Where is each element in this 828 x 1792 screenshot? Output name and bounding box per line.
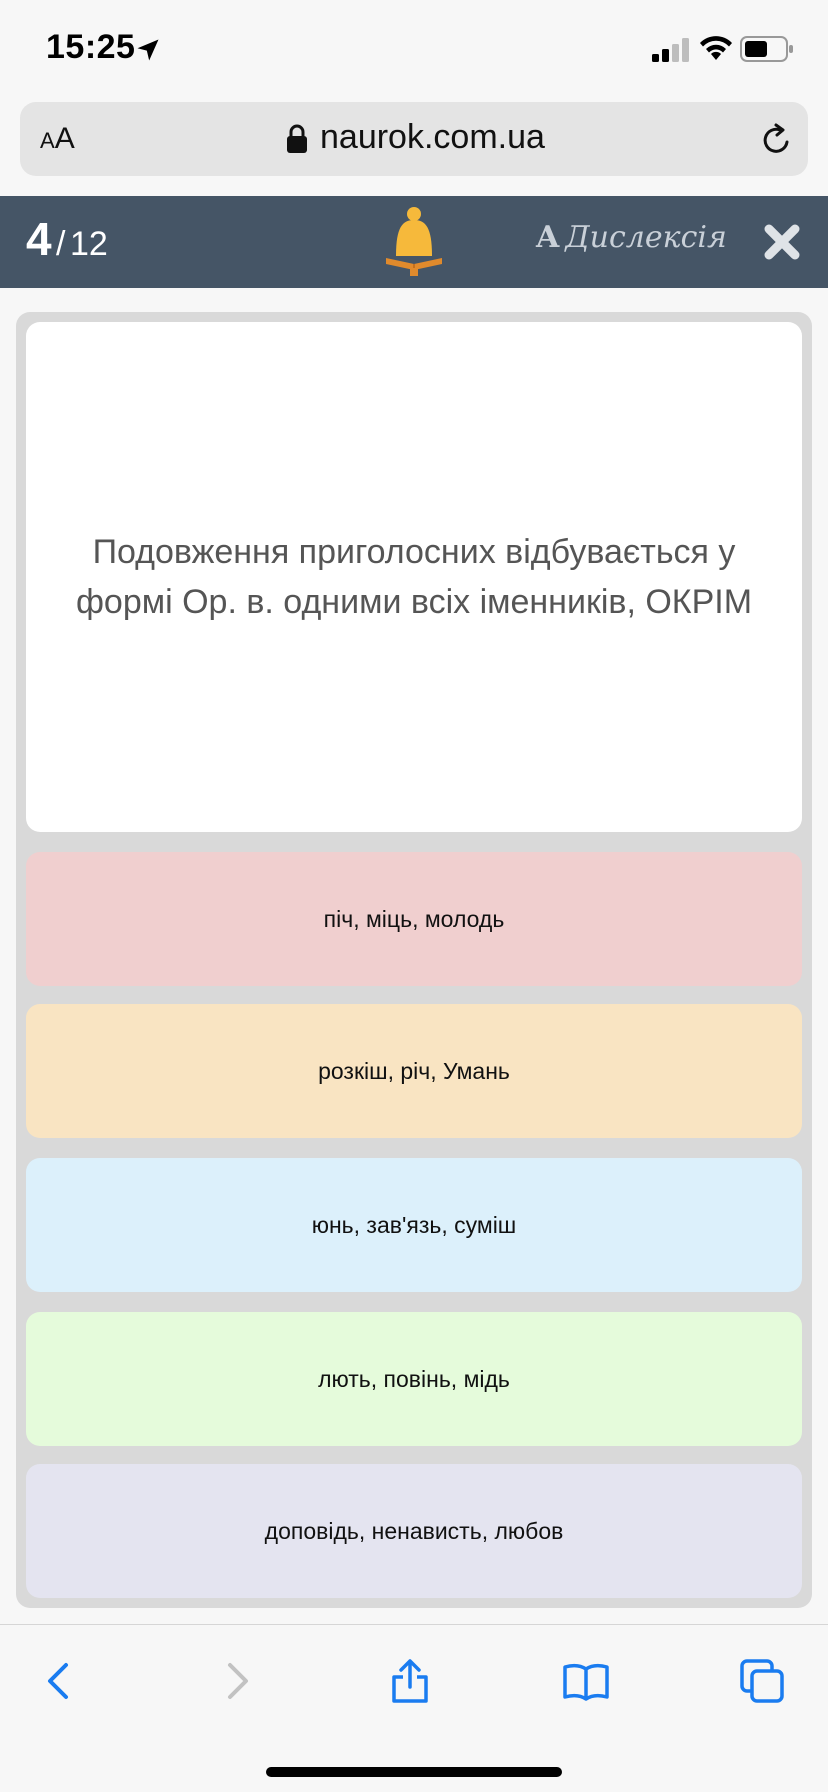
progress-separator: / — [56, 225, 66, 263]
location-arrow-icon — [137, 39, 159, 61]
current-question-number: 4 — [26, 213, 52, 265]
answer-option-4[interactable]: лють, повінь, мідь — [26, 1312, 802, 1446]
answer-option-5[interactable]: доповідь, ненависть, любов — [26, 1464, 802, 1598]
home-indicator — [266, 1767, 562, 1777]
signal-icon — [652, 38, 689, 62]
share-icon[interactable] — [386, 1657, 434, 1705]
lock-icon — [287, 124, 307, 153]
status-bar: 15:25 — [0, 0, 828, 100]
dyslexia-label: Дислексія — [565, 220, 727, 255]
bookmarks-icon[interactable] — [562, 1657, 610, 1705]
quiz-content: Подовження приголосних відбувається у фо… — [16, 312, 812, 1608]
status-time: 15:25 — [46, 28, 136, 66]
battery-icon — [740, 36, 793, 62]
answer-option-1[interactable]: піч, міць, молодь — [26, 852, 802, 986]
dyslexia-toggle[interactable]: A Дислексія — [536, 220, 727, 255]
question-card: Подовження приголосних відбувається у фо… — [26, 322, 802, 832]
reload-icon[interactable] — [758, 122, 794, 158]
wifi-icon — [700, 36, 732, 60]
question-text: Подовження приголосних відбувається у фо… — [75, 533, 753, 621]
forward-arrow-icon[interactable] — [212, 1657, 260, 1705]
answer-option-3[interactable]: юнь, зав'язь, суміш — [26, 1158, 802, 1292]
reader-text-size-button[interactable]: AA — [40, 122, 75, 156]
tabs-icon[interactable] — [738, 1657, 786, 1705]
address-bar[interactable]: AA naurok.com.ua — [20, 102, 808, 176]
bell-logo-icon — [386, 207, 442, 276]
question-progress: 4 / 12 — [26, 212, 108, 266]
url-text[interactable]: naurok.com.ua — [320, 118, 545, 157]
total-questions: 12 — [69, 225, 108, 263]
browser-toolbar — [0, 1624, 828, 1792]
back-arrow-icon[interactable] — [36, 1657, 84, 1705]
close-quiz-button[interactable] — [762, 222, 802, 262]
dyslexia-a-icon: A — [536, 220, 560, 255]
quiz-header: 4 / 12 A Дислексія — [0, 196, 828, 288]
answer-option-2[interactable]: розкіш, річ, Умань — [26, 1004, 802, 1138]
